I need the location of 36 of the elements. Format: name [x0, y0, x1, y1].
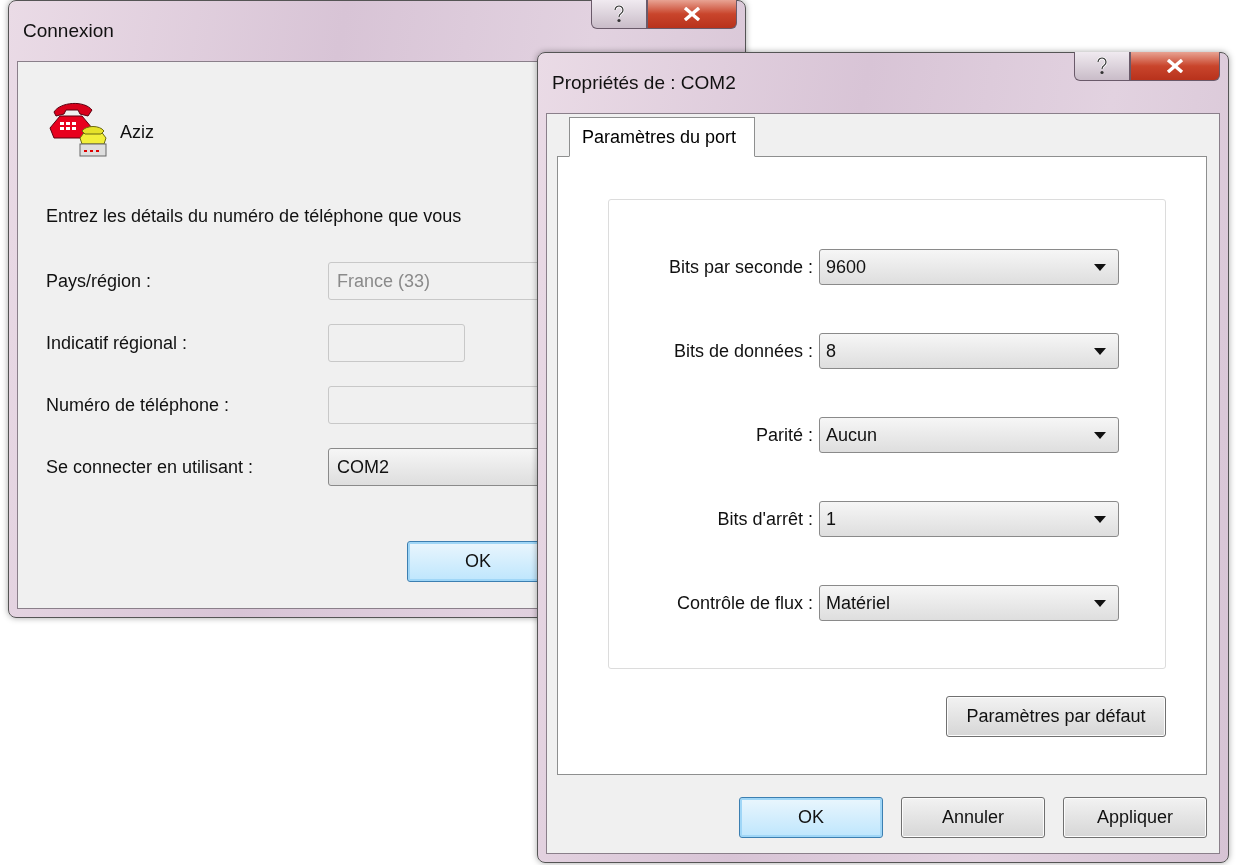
dropdown[interactable]: Aucun	[819, 417, 1119, 453]
tab[interactable]: Paramètres du port	[569, 117, 756, 157]
dialog-button[interactable]: OK	[739, 797, 883, 838]
field-label: Indicatif régional :	[46, 332, 189, 354]
help-button[interactable]	[591, 0, 647, 29]
field-label: Numéro de téléphone :	[46, 394, 231, 416]
dialog-button[interactable]: Appliquer	[1063, 797, 1207, 838]
dropdown-arrow-icon	[1094, 263, 1106, 271]
dropdown-arrow-icon	[1094, 431, 1106, 439]
dropdown-arrow-icon	[1094, 347, 1106, 355]
setting-label: Contrôle de flux :	[675, 592, 814, 614]
dropdown[interactable]: Matériel	[819, 585, 1119, 621]
instruction-text: Entrez les détails du numéro de téléphone que vous	[46, 206, 463, 227]
help-icon	[613, 5, 625, 23]
setting-label: Parité :	[754, 424, 814, 446]
field-label: Se connecter en utilisant :	[46, 456, 255, 478]
dialog-button[interactable]: Annuler	[901, 797, 1045, 838]
close-icon	[1166, 59, 1184, 73]
dropdown[interactable]: 8	[819, 333, 1119, 369]
help-icon	[1096, 57, 1108, 75]
close-icon	[683, 7, 701, 21]
close-button[interactable]	[647, 0, 737, 29]
connection-name: Aziz	[120, 121, 154, 143]
window-title: Connexion	[22, 20, 114, 42]
setting-label: Bits par seconde :	[667, 256, 814, 278]
restore-defaults-button[interactable]: Paramètres par défaut	[946, 696, 1166, 737]
help-button[interactable]	[1074, 52, 1130, 81]
field-label: Pays/région :	[46, 270, 153, 292]
window-title: Propriétés de : COM2	[551, 72, 736, 94]
setting-label: Bits de données :	[672, 340, 814, 362]
setting-label: Bits d'arrêt :	[716, 508, 814, 530]
dropdown[interactable]: 9600	[819, 249, 1119, 285]
close-button[interactable]	[1130, 52, 1220, 81]
dropdown[interactable]: 1	[819, 501, 1119, 537]
dropdown-arrow-icon	[1094, 599, 1106, 607]
dropdown-arrow-icon	[1094, 515, 1106, 523]
